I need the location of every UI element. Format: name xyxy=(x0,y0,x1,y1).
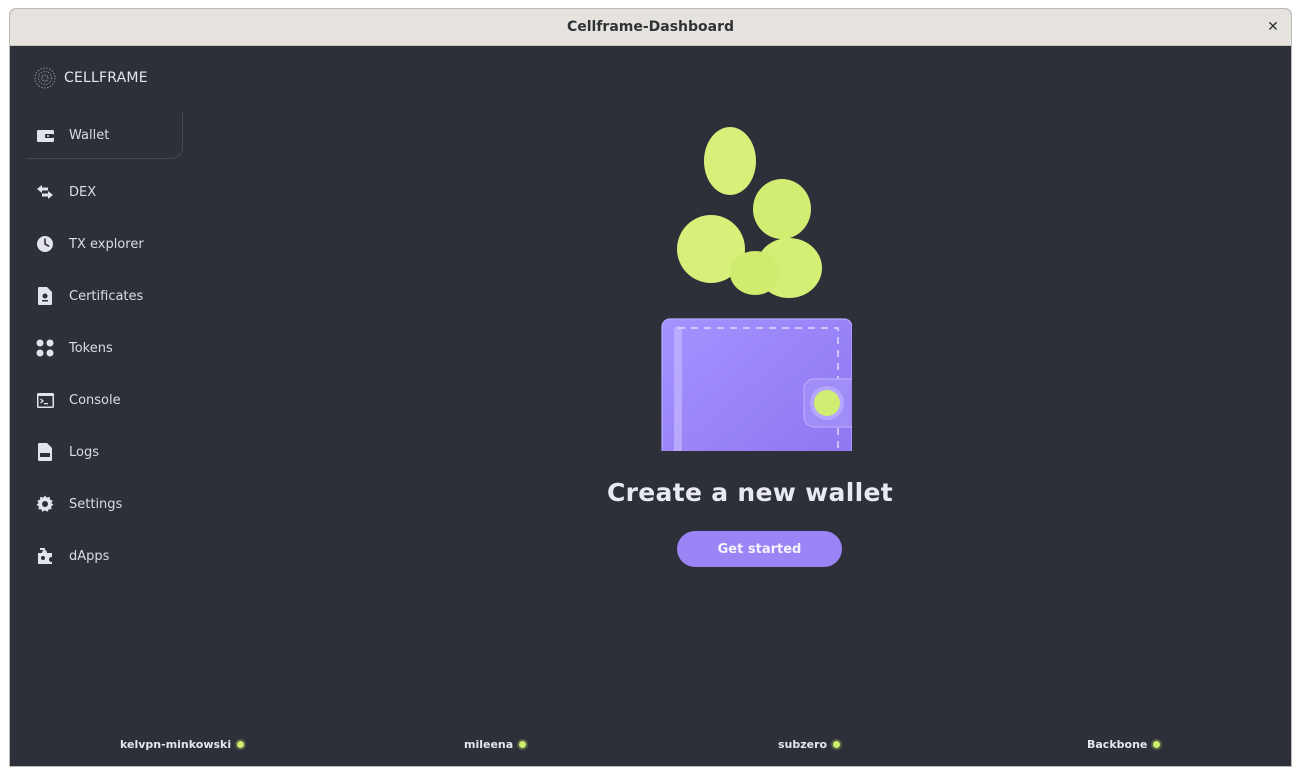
sidebar-item-label: Certificates xyxy=(69,288,144,304)
sidebar-item-settings[interactable]: Settings xyxy=(27,478,183,530)
sidebar-item-label: TX explorer xyxy=(69,236,144,252)
certificate-icon xyxy=(36,287,54,305)
network-node-subzero[interactable]: subzero xyxy=(778,738,841,751)
page-title: Create a new wallet xyxy=(607,478,893,507)
brand-name: CELLFRAME xyxy=(64,70,148,86)
coin-icon xyxy=(753,179,811,239)
network-node-mileena[interactable]: mileena xyxy=(464,738,527,751)
status-online-icon xyxy=(237,741,245,748)
sidebar-item-dapps[interactable]: dApps xyxy=(27,530,183,582)
coin-icon xyxy=(730,251,780,295)
sidebar-item-label: Settings xyxy=(69,496,123,512)
dashboard: CELLFRAME Wallet DEX TX explorer Certifi… xyxy=(10,46,1291,766)
network-status-bar: kelvpn-minkowski mileena subzero Backbon… xyxy=(10,726,1291,766)
app-window: Cellframe-Dashboard ✕ CELLFRAME Wallet D… xyxy=(9,8,1292,767)
sidebar-item-label: Logs xyxy=(69,444,99,460)
title-bar[interactable]: Cellframe-Dashboard ✕ xyxy=(10,9,1291,46)
network-node-backbone[interactable]: Backbone xyxy=(1087,738,1161,751)
sidebar-item-tokens[interactable]: Tokens xyxy=(27,322,183,374)
node-name: kelvpn-minkowski xyxy=(120,738,232,751)
node-name: subzero xyxy=(778,738,828,751)
terminal-icon xyxy=(36,391,54,409)
sidebar-item-label: Console xyxy=(69,392,121,408)
tokens-dots-icon xyxy=(36,339,54,357)
sidebar-item-tx-explorer[interactable]: TX explorer xyxy=(27,218,183,270)
main-content: Create a new wallet Get started xyxy=(190,46,1291,766)
sidebar-item-certificates[interactable]: Certificates xyxy=(27,270,183,322)
node-name: mileena xyxy=(464,738,514,751)
close-window-button[interactable]: ✕ xyxy=(1263,17,1283,37)
gear-icon xyxy=(36,495,54,513)
clock-icon xyxy=(36,235,54,253)
wallet-icon xyxy=(36,127,54,145)
sidebar-item-wallet[interactable]: Wallet xyxy=(27,113,183,159)
status-online-icon xyxy=(519,741,527,748)
cellframe-logo-icon xyxy=(34,67,56,89)
sidebar-item-logs[interactable]: Logs xyxy=(27,426,183,478)
sidebar-item-label: DEX xyxy=(69,184,97,200)
status-online-icon xyxy=(833,741,841,748)
sidebar-nav: Wallet DEX TX explorer Certificates Toke… xyxy=(27,113,183,582)
sidebar-item-dex[interactable]: DEX xyxy=(27,166,183,218)
puzzle-icon xyxy=(36,547,54,565)
network-node-kelvpn-minkowski[interactable]: kelvpn-minkowski xyxy=(120,738,245,751)
node-name: Backbone xyxy=(1087,738,1148,751)
sidebar-item-label: Tokens xyxy=(69,340,113,356)
sidebar-item-console[interactable]: Console xyxy=(27,374,183,426)
sidebar-item-label: Wallet xyxy=(69,128,110,143)
status-online-icon xyxy=(1153,741,1161,748)
window-title: Cellframe-Dashboard xyxy=(566,19,735,35)
log-file-icon xyxy=(36,443,54,461)
swap-arrows-icon xyxy=(36,183,54,201)
brand-logo: CELLFRAME xyxy=(33,66,148,90)
wallet-coins-illustration xyxy=(661,127,852,451)
sidebar-item-label: dApps xyxy=(69,548,110,564)
coin-icon xyxy=(704,127,756,195)
get-started-button[interactable]: Get started xyxy=(677,531,842,567)
